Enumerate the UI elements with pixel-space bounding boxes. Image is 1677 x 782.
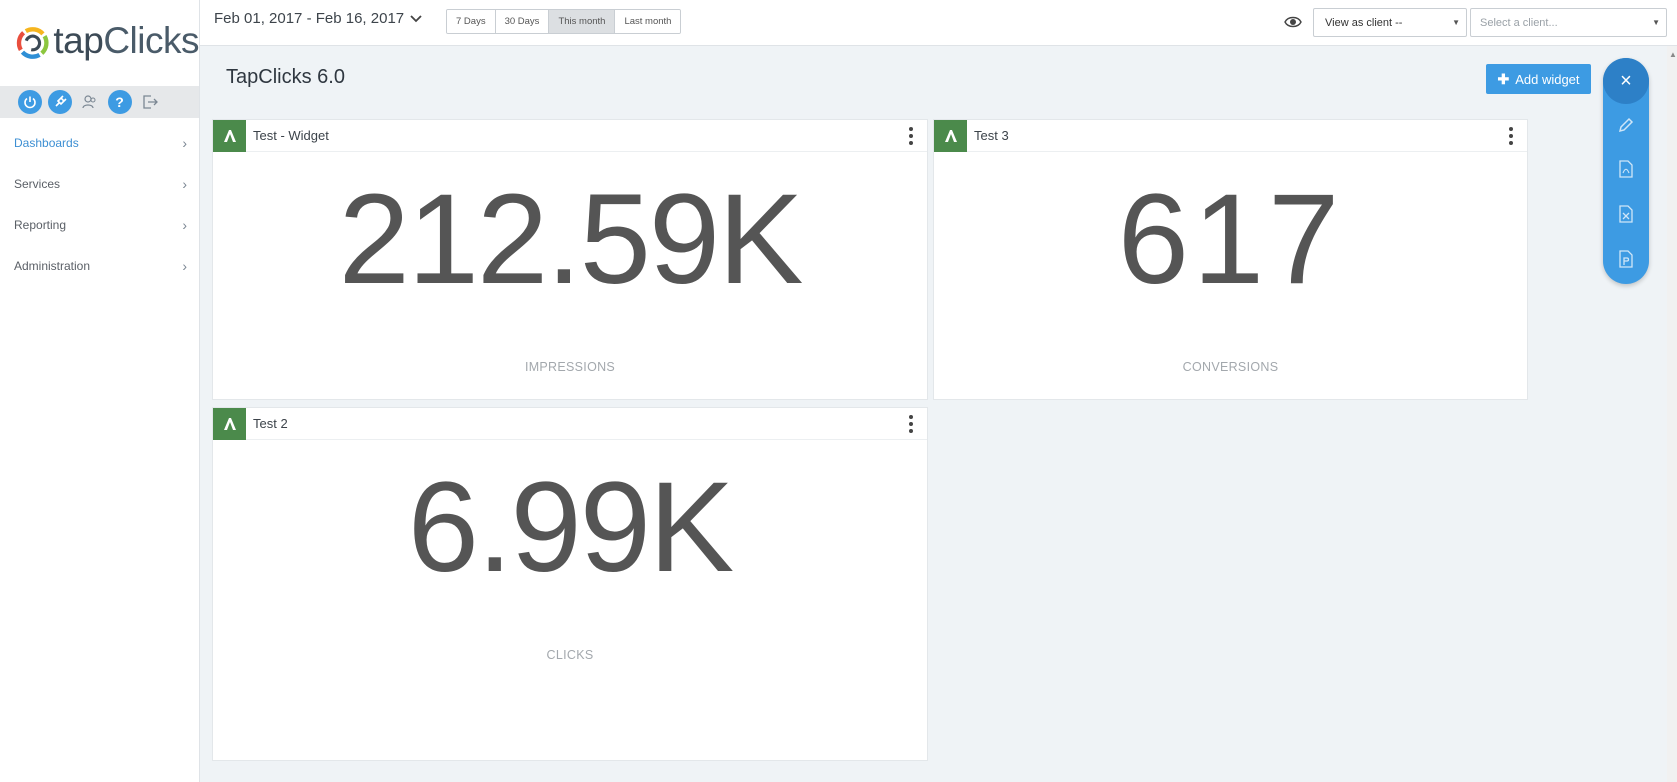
quick-range-group: 7 Days 30 Days This month Last month (446, 9, 682, 34)
sidebar: tapClicks ? Dashboards › Services › Repo… (0, 0, 200, 782)
sidebar-item-label: Administration (14, 258, 91, 273)
kebab-menu-icon[interactable] (1508, 127, 1514, 145)
eye-icon (1284, 16, 1302, 28)
sidebar-item-label: Reporting (14, 217, 67, 232)
widget-label: CLICKS (546, 648, 594, 662)
view-as-client-select[interactable]: View as client -- ▼ (1313, 8, 1467, 37)
range-this-month-button[interactable]: This month (549, 10, 616, 33)
widget-value: 617 (1117, 168, 1344, 311)
chevron-right-icon: › (182, 216, 187, 233)
widget-header: Test - Widget (213, 119, 927, 152)
adwords-logo-icon (213, 407, 246, 440)
range-last-month-button[interactable]: Last month (615, 10, 681, 33)
logo-clicks: Clicks (103, 20, 199, 61)
plug-icon[interactable] (47, 90, 72, 114)
chevron-right-icon: › (182, 257, 187, 274)
chevron-right-icon: › (182, 175, 187, 192)
page-title: TapClicks 6.0 (226, 66, 345, 88)
widget-value: 212.59K (338, 168, 804, 311)
logout-icon[interactable] (138, 90, 162, 114)
adwords-logo-icon (934, 119, 967, 152)
sidebar-item-dashboards[interactable]: Dashboards › (0, 122, 199, 163)
page-scrollbar[interactable] (1667, 46, 1677, 782)
close-icon[interactable]: × (1603, 58, 1649, 104)
client-select[interactable]: Select a client... ▼ (1470, 8, 1667, 37)
widget-title: Test 3 (974, 128, 1009, 143)
sidebar-item-label: Services (14, 176, 61, 191)
date-range-label: Feb 01, 2017 - Feb 16, 2017 (214, 10, 405, 27)
chevron-down-icon (410, 14, 422, 22)
widget-clicks: Test 2 6.99K CLICKS (212, 407, 928, 761)
widget-impressions: Test - Widget 212.59K IMPRESSIONS (212, 119, 928, 400)
widget-header: Test 3 (934, 119, 1527, 152)
logo-text: tapClicks (53, 20, 199, 62)
kebab-menu-icon[interactable] (908, 415, 914, 433)
kebab-menu-icon[interactable] (908, 127, 914, 145)
add-widget-label: Add widget (1515, 71, 1580, 87)
tapclicks-logo-icon (16, 27, 49, 59)
sidebar-item-services[interactable]: Services › (0, 163, 199, 204)
sidebar-item-administration[interactable]: Administration › (0, 245, 199, 286)
widget-value: 6.99K (407, 456, 735, 599)
powerpoint-export-icon[interactable] (1616, 249, 1636, 269)
plus-icon: ✚ (1497, 70, 1510, 87)
help-label: ? (115, 94, 124, 110)
floating-action-menu: × (1603, 58, 1649, 284)
chevron-right-icon: › (182, 134, 187, 151)
caret-down-icon: ▼ (1452, 18, 1460, 27)
adwords-logo-icon (213, 119, 246, 152)
users-icon[interactable] (78, 90, 102, 114)
excel-export-icon[interactable] (1616, 204, 1636, 224)
view-as-client-value: View as client -- (1325, 16, 1403, 29)
scroll-up-icon[interactable]: ▲ (1669, 50, 1677, 59)
widget-label: CONVERSIONS (1182, 360, 1279, 374)
power-icon[interactable] (17, 90, 42, 114)
widget-title: Test - Widget (253, 128, 329, 143)
edit-icon[interactable] (1616, 115, 1636, 135)
help-icon[interactable]: ? (107, 90, 132, 114)
top-bar: Feb 01, 2017 - Feb 16, 2017 7 Days 30 Da… (200, 0, 1677, 46)
caret-down-icon: ▼ (1652, 18, 1660, 27)
sidebar-nav: Dashboards › Services › Reporting › Admi… (0, 122, 199, 286)
sidebar-item-label: Dashboards (14, 135, 79, 150)
pdf-export-icon[interactable] (1616, 159, 1636, 179)
widget-conversions: Test 3 617 CONVERSIONS (933, 119, 1528, 400)
widget-header: Test 2 (213, 407, 927, 440)
range-30-days-button[interactable]: 30 Days (495, 10, 550, 33)
add-widget-button[interactable]: ✚ Add widget (1486, 64, 1591, 94)
logo-tap: tap (53, 20, 104, 61)
client-select-placeholder: Select a client... (1480, 16, 1558, 29)
range-7-days-button[interactable]: 7 Days (447, 10, 496, 33)
sidebar-toolbar: ? (0, 86, 199, 118)
widget-title: Test 2 (253, 416, 288, 431)
logo[interactable]: tapClicks (0, 0, 199, 86)
widget-label: IMPRESSIONS (524, 360, 616, 374)
sidebar-item-reporting[interactable]: Reporting › (0, 204, 199, 245)
date-range-picker[interactable]: Feb 01, 2017 - Feb 16, 2017 (214, 10, 422, 27)
